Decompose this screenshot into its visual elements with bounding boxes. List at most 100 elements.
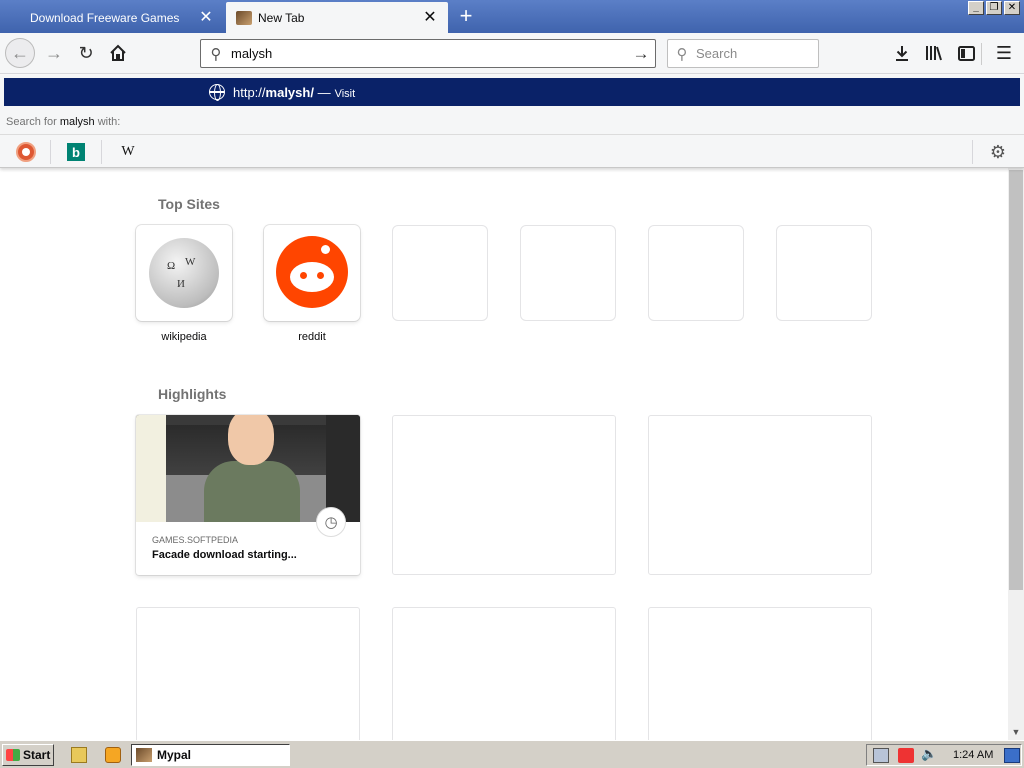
top-site-empty[interactable] <box>648 225 744 321</box>
suggestion-text: http://malysh/ — Visit <box>233 85 355 100</box>
show-desktop-icon[interactable] <box>1004 748 1020 763</box>
tab-title: Download Freeware Games <box>30 10 180 25</box>
url-autocomplete-popup: http://malysh/ — Visit Search for malysh … <box>0 75 1024 168</box>
mypal-favicon-icon <box>136 748 152 762</box>
back-button[interactable]: ← <box>5 38 35 68</box>
library-button[interactable] <box>920 39 948 67</box>
engine-divider <box>972 140 973 164</box>
search-with-prefix: Search for <box>6 116 57 128</box>
scrollbar-thumb[interactable] <box>1009 170 1023 590</box>
taskbar: Start Mypal 🔈 1:24 AM <box>0 740 1024 768</box>
highlight-thumbnail <box>136 415 360 522</box>
scroll-down-icon[interactable]: ▼ <box>1008 724 1024 740</box>
suggestion-action: Visit <box>334 88 356 100</box>
sidebar-button[interactable] <box>952 39 980 67</box>
search-with-suffix: with: <box>97 116 121 128</box>
toolbar-divider <box>981 43 982 65</box>
highlight-card[interactable]: ◷ GAMES.SOFTPEDIA Facade download starti… <box>136 415 360 575</box>
navigation-toolbar: ← → ↻ ⚲ → ⚲ ☰ <box>0 33 1024 74</box>
url-suggestion-row[interactable]: http://malysh/ — Visit <box>4 78 1020 106</box>
suggestion-url-suffix: / <box>310 85 314 100</box>
globe-icon <box>209 84 225 101</box>
highlight-card-empty[interactable] <box>648 607 872 740</box>
arrow-left-icon: ← <box>11 42 29 63</box>
sidebar-icon <box>957 45 975 61</box>
duckduckgo-icon[interactable] <box>16 142 36 162</box>
close-window-button[interactable]: ✕ <box>1004 1 1020 15</box>
home-button[interactable] <box>104 39 132 67</box>
top-site-empty[interactable] <box>520 225 616 321</box>
engine-divider <box>101 140 102 164</box>
arrow-right-icon: → <box>45 42 63 63</box>
media-player-quicklaunch-icon[interactable] <box>105 747 121 763</box>
top-site-reddit[interactable] <box>264 225 360 321</box>
taskbar-item-label: Mypal <box>157 748 192 762</box>
start-button[interactable]: Start <box>2 744 54 766</box>
taskbar-item-mypal[interactable]: Mypal <box>131 744 290 766</box>
search-engine-row: b W ⚙ <box>0 134 1024 168</box>
engine-divider <box>50 140 51 164</box>
top-site-label: wikipedia <box>161 331 207 343</box>
explorer-quicklaunch-icon[interactable] <box>71 747 87 763</box>
download-icon <box>896 46 908 61</box>
highlight-card-empty[interactable] <box>392 415 616 575</box>
menu-button[interactable]: ☰ <box>990 39 1018 67</box>
tab-title: New Tab <box>258 10 305 25</box>
suggestion-url-host: malysh <box>265 85 311 100</box>
tab-strip: Download Freeware Games ✕ New Tab ✕ + _ … <box>0 0 1024 33</box>
bing-icon[interactable]: b <box>67 143 85 161</box>
suggestion-separator: — <box>317 85 331 100</box>
gear-icon[interactable]: ⚙ <box>988 142 1008 162</box>
search-bar[interactable]: ⚲ <box>667 39 819 68</box>
home-icon <box>110 44 126 61</box>
top-site-empty[interactable] <box>392 225 488 321</box>
search-with-term: malysh <box>59 116 95 128</box>
close-tab-icon[interactable]: ✕ <box>422 9 438 26</box>
suggestion-url-prefix: http:// <box>233 85 266 100</box>
search-icon: ⚲ <box>210 45 222 63</box>
security-alert-icon[interactable] <box>898 748 914 763</box>
minimize-button[interactable]: _ <box>968 1 984 15</box>
network-icon[interactable] <box>873 748 889 763</box>
vertical-scrollbar[interactable]: ▼ <box>1008 168 1024 740</box>
hamburger-menu-icon: ☰ <box>995 42 1013 63</box>
close-tab-icon[interactable]: ✕ <box>198 9 214 26</box>
windows-flag-icon <box>6 749 20 761</box>
new-tab-plus-icon[interactable]: + <box>455 4 477 28</box>
top-site-wikipedia[interactable]: ΩWИ <box>136 225 232 321</box>
library-icon <box>926 46 942 61</box>
reddit-icon <box>276 236 348 308</box>
top-site-label: reddit <box>298 331 326 343</box>
start-label: Start <box>23 748 51 762</box>
go-arrow-icon[interactable]: → <box>627 44 655 64</box>
restore-button[interactable]: ❐ <box>986 1 1002 15</box>
highlight-card-empty[interactable] <box>392 607 616 740</box>
url-input[interactable] <box>231 46 627 61</box>
highlight-title: Facade download starting... <box>152 549 297 561</box>
system-tray: 🔈 1:24 AM <box>866 744 1022 766</box>
downloads-button[interactable] <box>888 39 916 67</box>
new-tab-page: Top Sites ΩWИ wikipedia reddit Highlight… <box>0 168 1008 740</box>
forward-button[interactable]: → <box>40 39 68 67</box>
top-sites-title: Top Sites <box>158 196 220 212</box>
wikipedia-globe-icon: ΩWИ <box>149 238 219 308</box>
tab-new-tab[interactable]: New Tab ✕ <box>226 2 448 33</box>
wikipedia-icon[interactable]: W <box>118 142 138 162</box>
top-site-empty[interactable] <box>776 225 872 321</box>
highlights-title: Highlights <box>158 386 227 402</box>
highlight-card-empty[interactable] <box>648 415 872 575</box>
search-with-label: Search for malysh with: <box>6 116 120 128</box>
url-bar[interactable]: ⚲ → <box>200 39 656 68</box>
volume-icon[interactable]: 🔈 <box>921 746 937 761</box>
window-controls: _ ❐ ✕ <box>968 1 1020 15</box>
search-input[interactable] <box>696 46 818 61</box>
highlight-card-empty[interactable] <box>136 607 360 740</box>
highlight-source: GAMES.SOFTPEDIA <box>152 535 239 545</box>
search-icon: ⚲ <box>676 45 688 63</box>
reload-icon: ↻ <box>78 42 94 63</box>
clock-icon: ◷ <box>316 507 346 537</box>
reload-button[interactable]: ↻ <box>72 39 100 67</box>
mypal-favicon-icon <box>236 10 252 25</box>
tray-clock[interactable]: 1:24 AM <box>953 749 993 761</box>
tab-download-freeware-games[interactable]: Download Freeware Games ✕ <box>0 2 224 33</box>
